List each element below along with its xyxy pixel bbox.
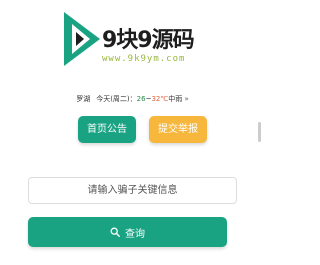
- site-logo[interactable]: 9块9源码 www.9k9ym.com: [62, 10, 222, 72]
- weather-temp-low: 26: [136, 95, 146, 103]
- search-button[interactable]: 查询: [28, 217, 227, 247]
- search-button-label: 查询: [125, 228, 145, 240]
- logo-title: 9块9源码: [102, 28, 195, 53]
- search-input[interactable]: [28, 177, 237, 204]
- weather-temp-high: 32℃: [151, 95, 169, 103]
- report-button[interactable]: 提交举报: [149, 116, 207, 143]
- weather-day: 今天(周二)：: [96, 95, 137, 103]
- logo-triangle-icon: [64, 12, 100, 66]
- notice-button[interactable]: 首页公告: [78, 116, 136, 143]
- search-icon: [110, 227, 120, 237]
- weather-bar[interactable]: 罗湖 今天(周二)：26~32℃中雨 »: [0, 94, 265, 104]
- logo-subtitle: www.9k9ym.com: [102, 54, 186, 64]
- weather-condition: 中雨: [168, 95, 183, 103]
- scrollbar-thumb[interactable]: [258, 122, 261, 142]
- page: 9块9源码 www.9k9ym.com 罗湖 今天(周二)：26~32℃中雨 » …: [0, 0, 265, 265]
- weather-more-link[interactable]: »: [184, 95, 188, 103]
- weather-city: 罗湖: [76, 95, 91, 103]
